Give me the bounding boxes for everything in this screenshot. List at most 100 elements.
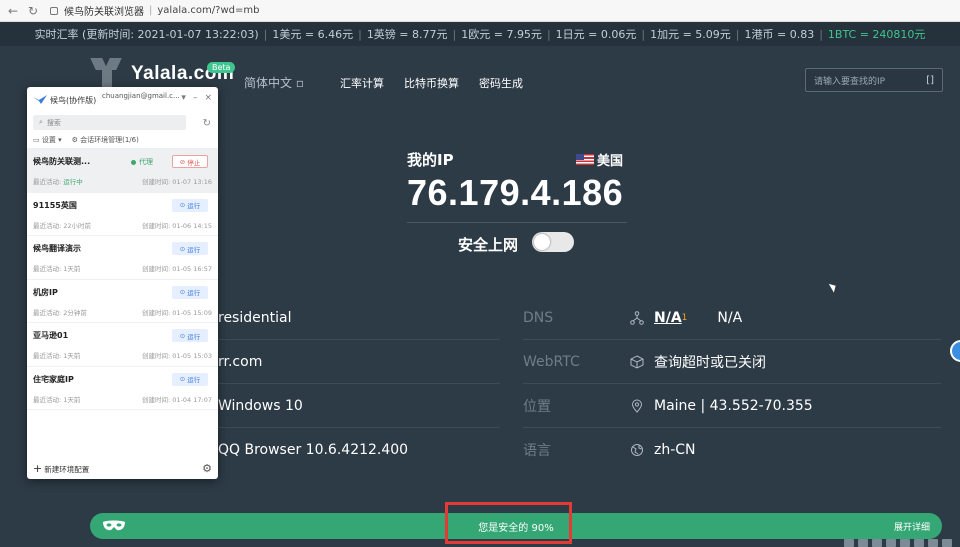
side-float-button[interactable] xyxy=(950,340,960,362)
list-item[interactable]: 91155英国 ⊙ 运行 最近活动: 22小时前 创建时间: 01-06 14:… xyxy=(27,193,218,236)
os-value: Windows 10 xyxy=(218,397,303,414)
rates-label: 实时汇率 (更新时间: 2021-01-07 13:22:03) xyxy=(34,28,259,41)
run-button[interactable]: ⊙ 运行 xyxy=(172,372,208,386)
info-row-type: residential xyxy=(218,296,500,340)
minimize-icon[interactable]: – xyxy=(193,93,198,103)
list-item[interactable]: 住宅家庭IP ⊙ 运行 最近活动: 1天前 创建时间: 01-04 17:07 xyxy=(27,367,218,410)
dns-label: DNS xyxy=(523,309,554,326)
ip-address: 76.179.4.186 xyxy=(407,172,624,213)
gear-icon[interactable]: ⚙ xyxy=(202,462,212,475)
run-button[interactable]: ⊙ 运行 xyxy=(172,285,208,299)
reload-icon[interactable]: ↻ xyxy=(26,4,40,18)
tray-icon[interactable] xyxy=(914,539,924,547)
safe-browsing-toggle[interactable] xyxy=(532,232,574,252)
tray-icon[interactable] xyxy=(872,539,882,547)
dns-value-2: N/A xyxy=(717,309,743,326)
new-env-label: 新建环境配置 xyxy=(44,464,90,474)
last-activity: 最近活动: 22小时前 xyxy=(33,221,92,230)
list-item[interactable]: 机房IP ⊙ 运行 最近活动: 2分钟前 创建时间: 01-05 15:09 xyxy=(27,280,218,323)
info-row-browser: QQ Browser 10.6.4212.400 xyxy=(218,428,500,472)
search-placeholder: 请输入要查找的IP xyxy=(814,76,886,87)
last-activity: 最近活动: 2分钟前 xyxy=(33,308,87,317)
webrtc-value: 查询超时或已关闭 xyxy=(654,354,766,371)
exchange-rates-bar: 实时汇率 (更新时间: 2021-01-07 13:22:03) | 1美元 =… xyxy=(0,22,960,46)
search-icon[interactable]: [] xyxy=(926,75,934,86)
panel-titlebar: 候鸟(协作版) chuangjian@gmail.c... ▾ – × xyxy=(27,87,218,113)
rate-jpy: 1日元 = 0.06元 xyxy=(555,28,637,41)
highlight-box xyxy=(445,502,572,544)
list-item[interactable]: 亚马逊01 ⊙ 运行 最近活动: 1天前 创建时间: 01-05 15:03 xyxy=(27,323,218,367)
back-arrow-icon[interactable]: ← xyxy=(6,4,20,18)
panel-search-input[interactable]: ⌕ 搜索 xyxy=(33,115,186,130)
lock-icon xyxy=(50,6,58,15)
env-manage-label: 会话环境管理(1/6) xyxy=(80,136,139,144)
ip-type-value: residential xyxy=(218,309,292,326)
last-activity: 最近活动: 1天前 xyxy=(33,352,81,360)
ip-search-input[interactable]: 请输入要查找的IP [] xyxy=(805,68,943,92)
info-row-webrtc: WebRTC 查询超时或已关闭 xyxy=(523,340,941,384)
rate-gbp: 1英镑 = 8.77元 xyxy=(366,28,448,41)
location-pin-icon xyxy=(628,397,646,415)
language-label: 语言 xyxy=(523,443,551,459)
cube-icon xyxy=(628,353,646,371)
address-bar[interactable]: yalala.com/?wd=mb xyxy=(157,5,259,16)
run-button[interactable]: ⊙ 运行 xyxy=(172,329,208,342)
dns-value[interactable]: N/A xyxy=(654,310,682,326)
tray-icon[interactable] xyxy=(942,539,952,547)
expand-details-link[interactable]: 展开详细 xyxy=(894,520,930,533)
proxy-status: 代理 xyxy=(131,157,153,167)
refresh-icon[interactable]: ↻ xyxy=(203,118,211,129)
last-activity: 最近活动: 运行中 xyxy=(33,178,83,186)
browser-value: QQ Browser 10.6.4212.400 xyxy=(218,442,409,458)
rate-eur: 1欧元 = 7.95元 xyxy=(461,28,542,41)
tray-icon[interactable] xyxy=(844,539,854,547)
panel-toolbar: ▭ 设置 ▾ ⚙ 会话环境管理(1/6) xyxy=(27,132,218,149)
panel-title: 候鸟(协作版) xyxy=(50,95,97,105)
last-activity: 最近活动: 1天前 xyxy=(33,395,81,404)
created-time: 创建时间: 01-05 15:09 xyxy=(142,308,212,317)
country-name: 美国 xyxy=(597,154,624,169)
nav-bitcoin-convert[interactable]: 比特币换算 xyxy=(404,75,459,91)
info-row-language: 语言 zh-CN xyxy=(523,428,941,472)
created-time: 创建时间: 01-05 15:03 xyxy=(142,352,212,360)
profile-manager-panel: 候鸟(协作版) chuangjian@gmail.c... ▾ – × ⌕ 搜索… xyxy=(27,87,218,479)
account-menu-icon[interactable]: ▾ xyxy=(181,93,186,103)
close-icon[interactable]: × xyxy=(204,93,212,103)
divider xyxy=(407,222,627,223)
list-item[interactable]: 候鸟翻译演示 ⊙ 运行 最近活动: 1天前 创建时间: 01-05 16:57 xyxy=(27,236,218,280)
tray-icon[interactable] xyxy=(900,539,910,547)
tray-icon[interactable] xyxy=(886,539,896,547)
bird-logo-icon xyxy=(33,95,47,105)
panel-footer: + 新建环境配置 ⚙ xyxy=(27,457,218,479)
rate-usd: 1美元 = 6.46元 xyxy=(272,28,354,41)
tray-icon[interactable] xyxy=(858,539,868,547)
language-value: zh-CN xyxy=(654,442,696,458)
account-email[interactable]: chuangjian@gmail.c... xyxy=(102,92,180,100)
info-row-os: Windows 10 xyxy=(218,384,500,428)
created-time: 创建时间: 01-04 17:07 xyxy=(142,395,212,404)
rate-hkd: 1港币 = 0.83 xyxy=(744,28,815,41)
main-nav: 汇率计算 比特币换算 密码生成 xyxy=(340,75,523,91)
separator: | xyxy=(149,5,153,16)
env-manage-button[interactable]: ⚙ 会话环境管理(1/6) xyxy=(72,135,139,145)
language-selector[interactable]: 简体中文 ▫ xyxy=(244,74,304,91)
webrtc-label: WebRTC xyxy=(523,353,580,370)
plus-icon: + xyxy=(33,461,43,475)
settings-button[interactable]: ▭ 设置 ▾ xyxy=(33,135,62,145)
isp-value: rr.com xyxy=(218,353,263,370)
nav-password-gen[interactable]: 密码生成 xyxy=(479,75,523,91)
stop-button[interactable]: ⊘ 停止 xyxy=(172,155,208,168)
browser-toolbar: ← ↻ 候鸟防关联浏览器 | yalala.com/?wd=mb xyxy=(0,0,960,22)
new-env-button[interactable]: + 新建环境配置 xyxy=(33,462,89,475)
run-button[interactable]: ⊙ 运行 xyxy=(172,198,208,212)
tray-icon[interactable] xyxy=(928,539,938,547)
created-time: 创建时间: 01-07 13:16 xyxy=(142,178,212,186)
created-time: 创建时间: 01-06 14:15 xyxy=(142,221,212,230)
country-display: 美国 xyxy=(576,150,623,169)
list-item[interactable]: 候鸟防关联测... 代理 ⊘ 停止 最近活动: 运行中 创建时间: 01-07 … xyxy=(27,149,218,193)
location-value: Maine | 43.552-70.355 xyxy=(654,397,813,414)
logo-icon xyxy=(90,58,127,90)
info-row-location: 位置 Maine | 43.552-70.355 xyxy=(523,384,941,428)
run-button[interactable]: ⊙ 运行 xyxy=(172,242,208,255)
nav-rate-calc[interactable]: 汇率计算 xyxy=(340,75,384,91)
